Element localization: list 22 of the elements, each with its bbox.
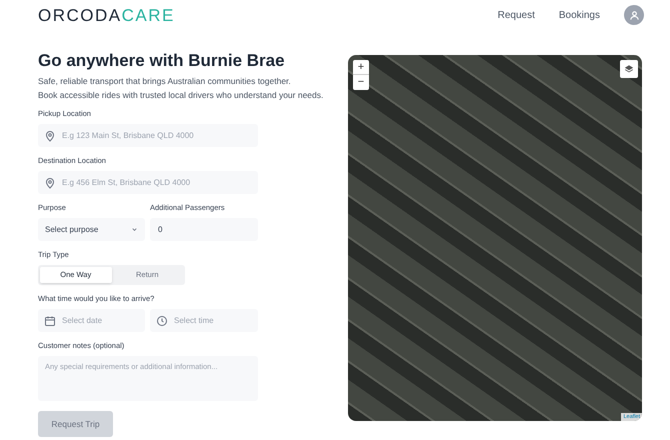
- clock-icon: [156, 315, 168, 327]
- purpose-dropdown[interactable]: Select purpose: [38, 218, 145, 241]
- date-field[interactable]: Select date: [38, 309, 145, 332]
- logo: ORCODACARE: [38, 5, 175, 28]
- layers-icon: [624, 64, 634, 74]
- zoom-out-button[interactable]: −: [353, 75, 369, 90]
- time-field[interactable]: Select time: [150, 309, 258, 332]
- destination-field[interactable]: E.g 456 Elm St, Brisbane QLD 4000: [38, 171, 258, 194]
- location-pin-icon: [44, 130, 56, 142]
- subtitle-text: Safe, reliable transport that brings Australian communities together.: [38, 75, 291, 88]
- pickup-field[interactable]: E.g 123 Main St, Brisbane QLD 4000: [38, 124, 258, 147]
- nav-link[interactable]: Bookings: [558, 8, 600, 22]
- subtitle-text: Book accessible rides with trusted local drivers who understand your needs.: [38, 89, 324, 102]
- page-title: Go anywhere with Burnie Brae: [38, 50, 285, 72]
- chevron-down-icon: [131, 226, 138, 233]
- zoom-in-button[interactable]: +: [353, 60, 369, 75]
- calendar-icon: [44, 315, 56, 327]
- location-pin-icon: [44, 177, 56, 189]
- user-icon: [628, 10, 640, 20]
- passengers-field[interactable]: 0: [150, 218, 258, 241]
- layers-button[interactable]: [620, 60, 638, 78]
- nav-link[interactable]: Request: [498, 8, 535, 22]
